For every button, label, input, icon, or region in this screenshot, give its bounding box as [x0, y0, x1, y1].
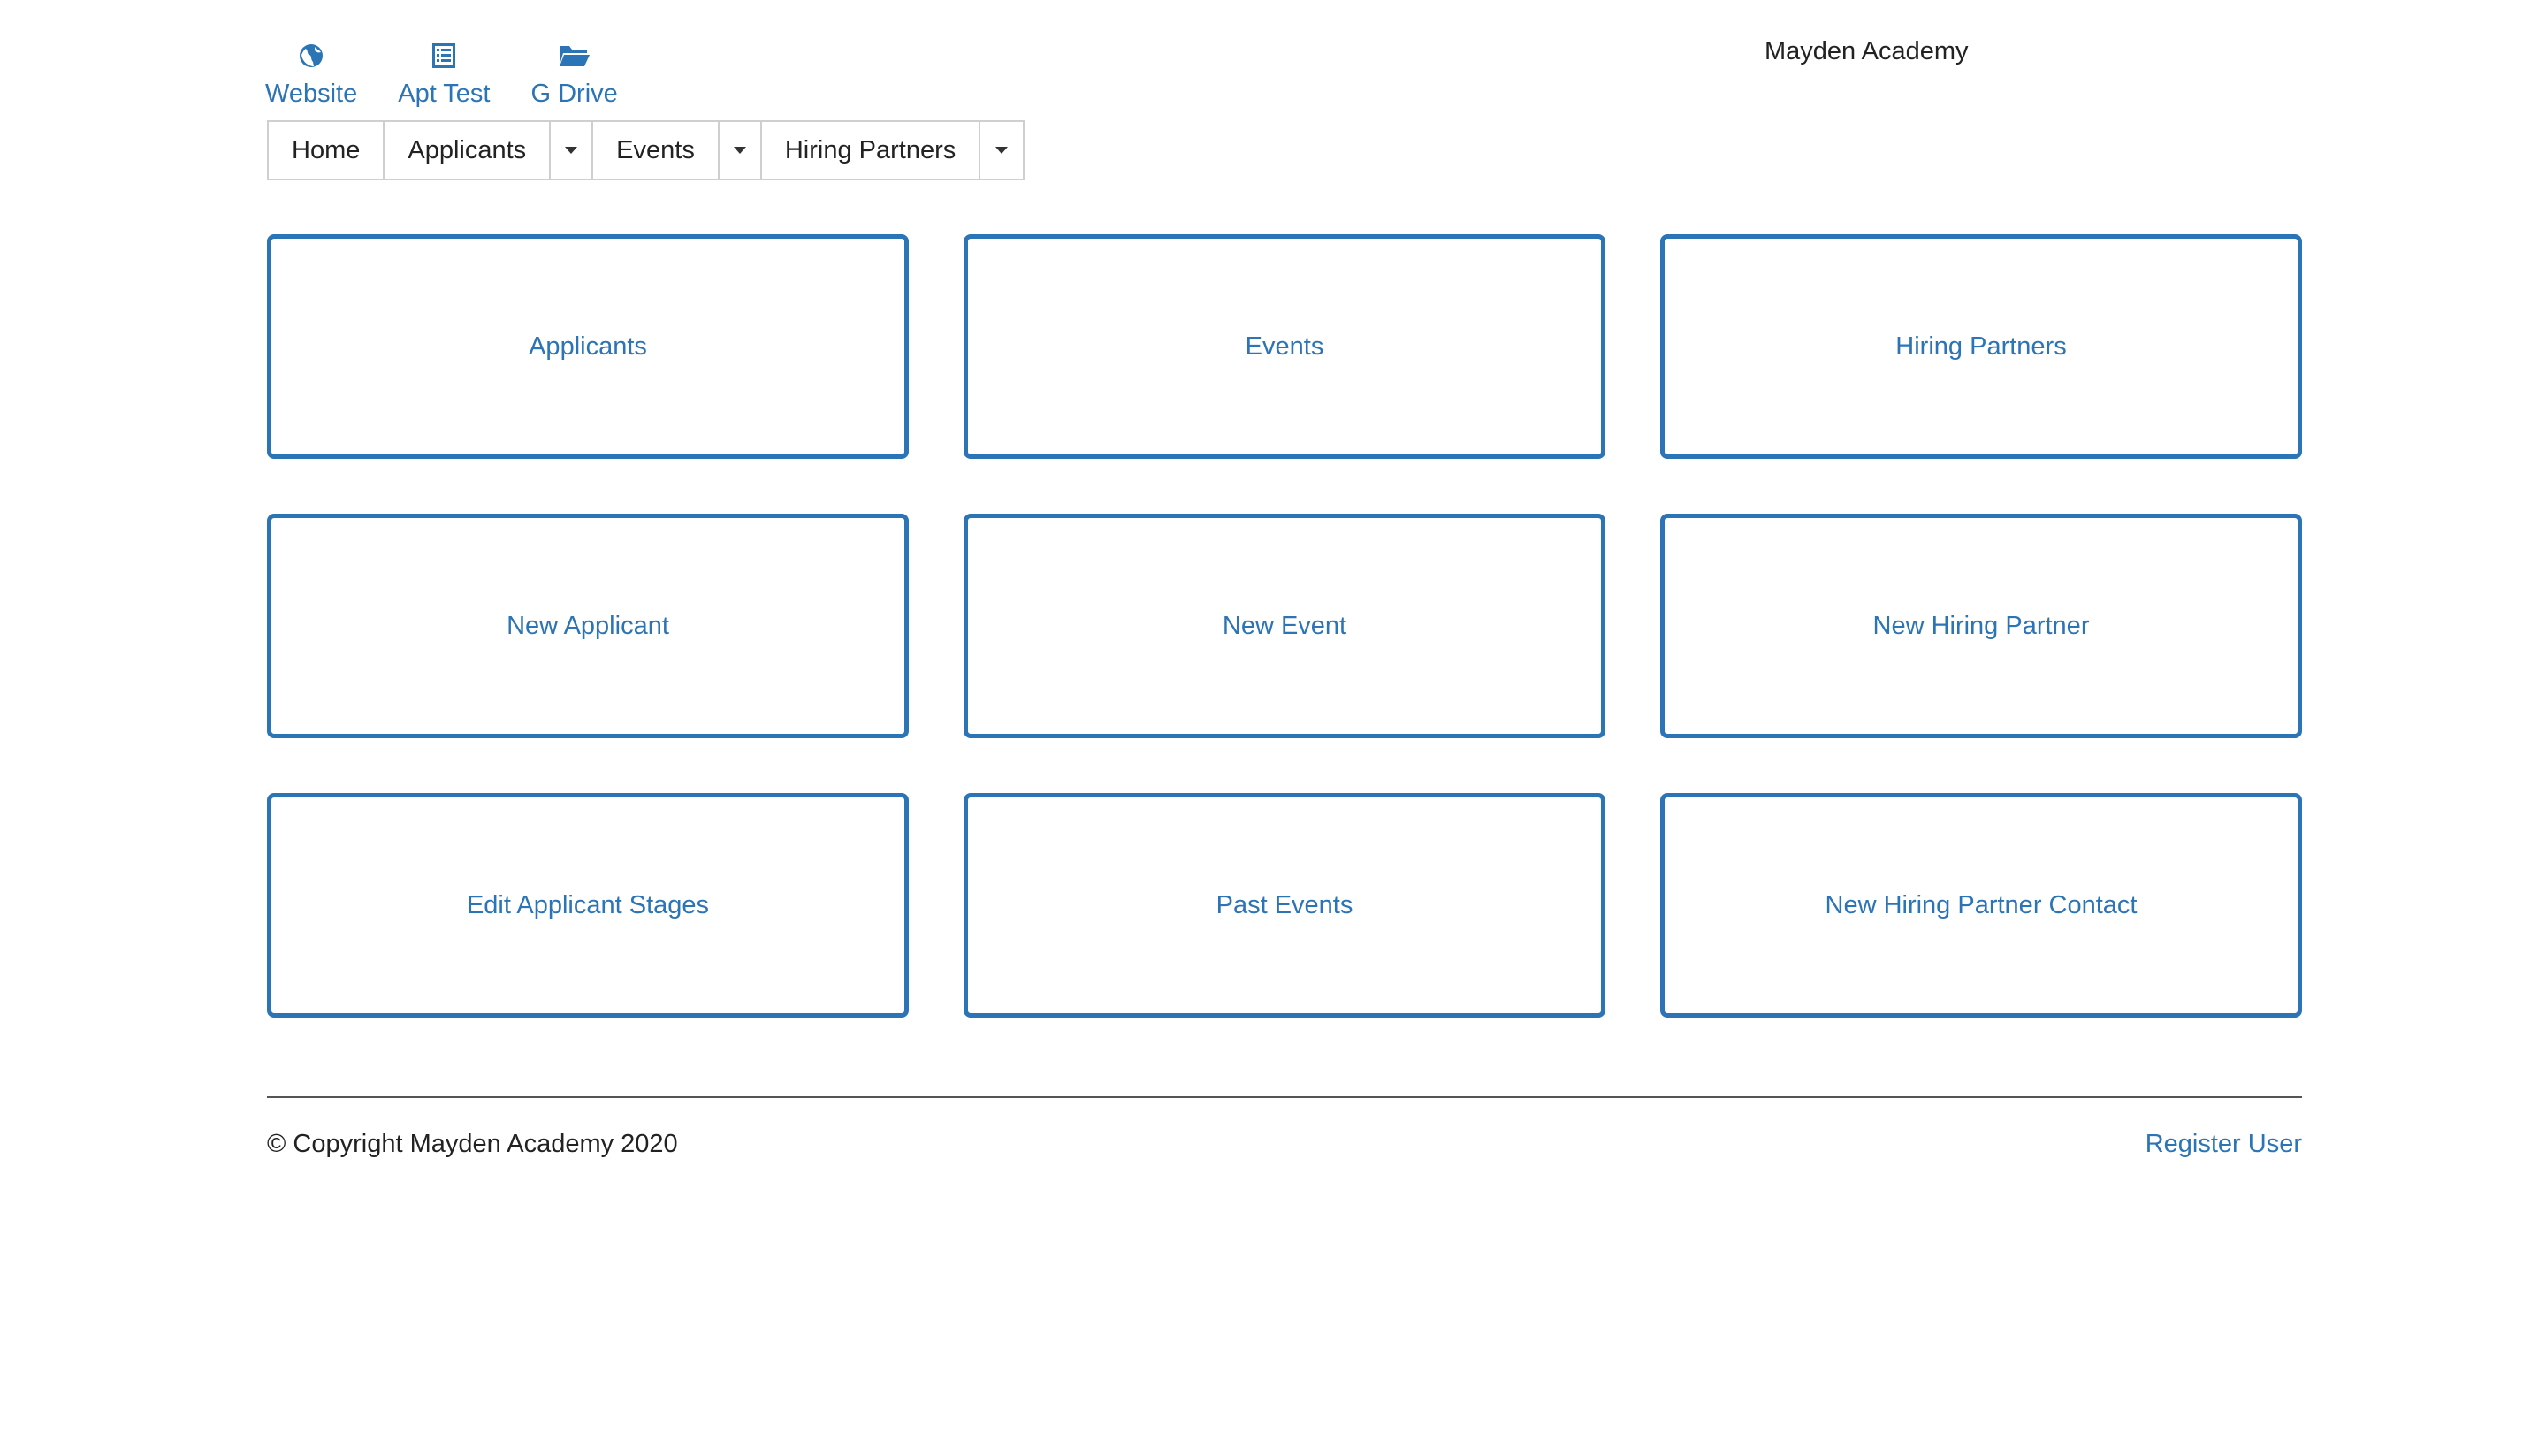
- apt-test-label: Apt Test: [398, 80, 491, 108]
- tile-hiring-partners[interactable]: Hiring Partners: [1660, 234, 2302, 459]
- copyright-text: © Copyright Mayden Academy 2020: [267, 1130, 678, 1158]
- brand-name: Mayden Academy: [1765, 37, 1969, 65]
- nav-events-dropdown[interactable]: [720, 122, 762, 179]
- main-nav: Home Applicants Events Hiring Partners: [267, 120, 1025, 180]
- nav-applicants[interactable]: Applicants: [385, 122, 552, 179]
- tile-new-hiring-partner-contact[interactable]: New Hiring Partner Contact: [1660, 793, 2302, 1018]
- g-drive-label: G Drive: [530, 80, 618, 108]
- chevron-down-icon: [565, 147, 578, 154]
- nav-events[interactable]: Events: [593, 122, 720, 179]
- tile-new-hiring-partner[interactable]: New Hiring Partner: [1660, 514, 2302, 738]
- page: Website Apt Test G Drive Mayden Academy …: [0, 0, 2546, 1456]
- footer-divider: [267, 1096, 2302, 1098]
- chevron-down-icon: [733, 147, 746, 154]
- tile-events[interactable]: Events: [964, 234, 1605, 459]
- quick-links: Website Apt Test G Drive: [265, 39, 659, 109]
- tile-new-applicant[interactable]: New Applicant: [267, 514, 909, 738]
- folder-open-icon: [559, 39, 591, 72]
- nav-applicants-dropdown[interactable]: [551, 122, 594, 179]
- register-user-link[interactable]: Register User: [2146, 1130, 2302, 1159]
- website-label: Website: [265, 80, 358, 108]
- nav-hiring-partners-dropdown[interactable]: [980, 122, 1023, 179]
- nav-home[interactable]: Home: [269, 122, 385, 179]
- apt-test-link[interactable]: Apt Test: [398, 39, 490, 109]
- list-icon: [432, 39, 456, 72]
- tile-edit-applicant-stages[interactable]: Edit Applicant Stages: [267, 793, 909, 1018]
- tile-new-event[interactable]: New Event: [964, 514, 1605, 738]
- tile-past-events[interactable]: Past Events: [964, 793, 1605, 1018]
- website-link[interactable]: Website: [265, 39, 357, 109]
- chevron-down-icon: [995, 147, 1009, 154]
- nav-hiring-partners[interactable]: Hiring Partners: [762, 122, 981, 179]
- globe-icon: [299, 39, 324, 72]
- g-drive-link[interactable]: G Drive: [530, 39, 618, 109]
- dashboard-tiles: Applicants Events Hiring Partners New Ap…: [267, 234, 2302, 1018]
- tile-applicants[interactable]: Applicants: [267, 234, 909, 459]
